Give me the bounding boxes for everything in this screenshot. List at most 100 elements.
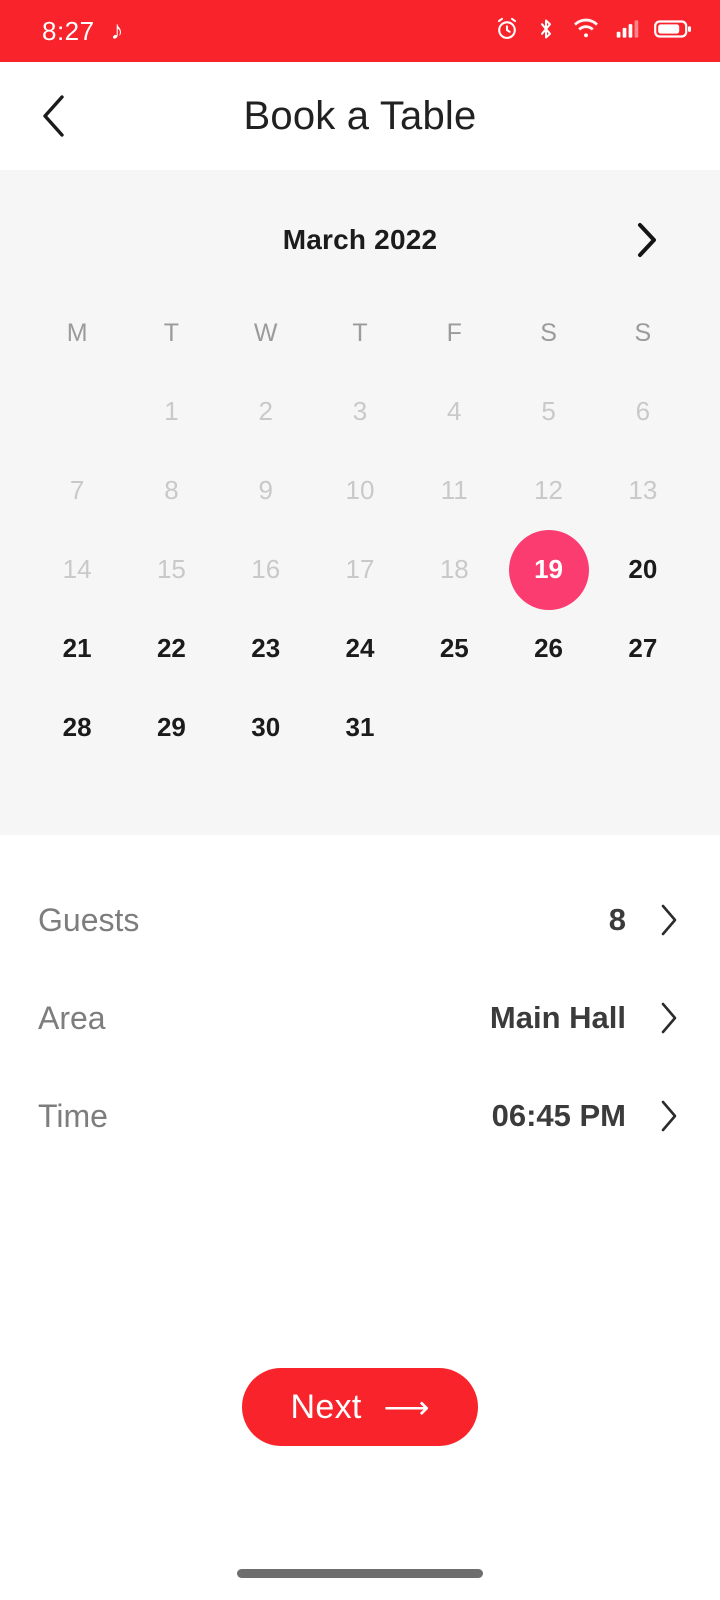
calendar-day-number: 12 (534, 475, 564, 505)
calendar-day-cell[interactable]: 4 (407, 372, 501, 451)
calendar-day-number: 10 (345, 475, 375, 505)
calendar-day-selected[interactable]: 19 (508, 529, 589, 610)
calendar-day-cell[interactable]: 24 (313, 609, 407, 688)
option-label: Area (38, 999, 106, 1036)
weekday-header: T (163, 318, 180, 347)
calendar-day-number: 1 (164, 396, 179, 426)
calendar-day-cell[interactable]: 6 (596, 372, 690, 451)
arrow-right-icon: ⟶ (383, 1389, 430, 1425)
calendar-month-label: March 2022 (282, 224, 438, 255)
calendar-day-cell[interactable]: 8 (124, 451, 218, 530)
status-bar-left: 8:27 ♪ (42, 16, 124, 47)
calendar-day-cell[interactable]: 5 (501, 372, 595, 451)
calendar-day-number (414, 688, 494, 768)
calendar-day-cell[interactable]: 23 (219, 609, 313, 688)
calendar-day-cell[interactable]: 15 (124, 530, 218, 609)
next-button-label: Next (290, 1387, 362, 1426)
calendar-day-cell[interactable]: 27 (596, 609, 690, 688)
calendar-day-cell[interactable]: 22 (124, 609, 218, 688)
calendar-panel: March 2022 M T W T F S S 1 2 3 4 5 6 7 8 9 10 11 12 13 14 15 1… (0, 170, 720, 835)
calendar-day-cell[interactable]: 12 (501, 451, 595, 530)
calendar-day-number[interactable]: 30 (226, 688, 306, 768)
calendar-day-cell[interactable]: 25 (407, 609, 501, 688)
calendar-day-number[interactable]: 22 (131, 609, 211, 689)
calendar-day-number (603, 688, 683, 768)
calendar-day-number[interactable]: 24 (320, 609, 400, 689)
calendar-day-number: 3 (352, 396, 368, 426)
option-value: 06:45 PM (491, 1098, 626, 1133)
calendar-day-number (37, 372, 117, 452)
booking-options: Guests 8 Area Main Hall Time 06:45 PM (0, 835, 720, 1165)
chevron-right-icon[interactable] (652, 903, 686, 937)
option-value: Main Hall (489, 1000, 626, 1035)
status-bar-right (494, 16, 692, 47)
calendar-day-number: 9 (258, 475, 273, 505)
calendar-day-cell[interactable]: 10 (313, 451, 407, 530)
calendar-day-number: 13 (628, 475, 658, 505)
calendar-day-number[interactable]: 26 (509, 609, 589, 689)
calendar-day-cell[interactable]: 28 (30, 688, 124, 767)
calendar-day-number[interactable]: 27 (603, 609, 683, 689)
option-label: Guests (38, 901, 140, 938)
calendar-day-cell[interactable]: 21 (30, 609, 124, 688)
calendar-day-number: 15 (156, 554, 186, 584)
page-title: Book a Table (243, 93, 477, 138)
back-button[interactable] (26, 88, 82, 144)
weekday-header: W (253, 318, 278, 347)
calendar-day-cell[interactable]: 18 (407, 530, 501, 609)
chevron-right-icon[interactable] (652, 1099, 686, 1133)
option-label: Time (38, 1097, 108, 1134)
calendar-day-cell[interactable]: 2 (219, 372, 313, 451)
calendar-day-cell[interactable]: 11 (407, 451, 501, 530)
status-bar-clock: 8:27 (42, 15, 95, 46)
calendar-day-cell[interactable]: 17 (313, 530, 407, 609)
calendar-day-cell[interactable]: 26 (501, 609, 595, 688)
battery-icon (654, 17, 692, 46)
calendar-day-number: 2 (258, 396, 273, 426)
calendar-day-number[interactable]: 28 (37, 688, 117, 768)
calendar-day-number: 11 (440, 475, 468, 505)
calendar-day-number: 14 (62, 554, 92, 584)
calendar-day-number (509, 688, 589, 768)
alarm-icon (494, 16, 520, 47)
calendar-day-cell[interactable]: 13 (596, 451, 690, 530)
weekday-header: S (540, 318, 557, 347)
calendar-day-cell[interactable]: 1 (124, 372, 218, 451)
calendar-day-number: 7 (69, 475, 85, 505)
bluetooth-icon (534, 16, 558, 47)
calendar-day-number[interactable]: 29 (131, 688, 211, 768)
calendar-day-cell[interactable]: 19 (501, 529, 595, 610)
weekday-header: T (352, 318, 368, 347)
next-button[interactable]: Next ⟶ (242, 1368, 478, 1446)
chevron-right-icon[interactable] (652, 1001, 686, 1035)
calendar-day-number[interactable]: 21 (37, 609, 117, 689)
calendar-day-cell[interactable]: 20 (596, 530, 690, 609)
calendar-day-cell[interactable]: 16 (219, 530, 313, 609)
calendar-day-cell[interactable]: 30 (219, 688, 313, 767)
music-note-icon: ♪ (110, 15, 124, 45)
home-indicator[interactable] (237, 1568, 483, 1578)
calendar-day-cell[interactable]: 7 (30, 451, 124, 530)
status-bar: 8:27 ♪ (0, 0, 720, 62)
option-row-guests[interactable]: Guests 8 (0, 871, 720, 969)
option-row-area[interactable]: Area Main Hall (0, 969, 720, 1067)
calendar-day-number[interactable]: 31 (320, 688, 400, 768)
next-month-button[interactable] (624, 217, 670, 263)
calendar-day-number[interactable]: 20 (603, 530, 683, 610)
calendar-day-cell[interactable]: 14 (30, 530, 124, 609)
app-bar: Book a Table (0, 62, 720, 170)
weekday-header: F (446, 318, 462, 347)
home-indicator-area (0, 1546, 720, 1600)
calendar-day-cell[interactable]: 31 (313, 688, 407, 767)
calendar-day-cell[interactable]: 9 (219, 451, 313, 530)
calendar-day-number: 17 (345, 554, 375, 584)
calendar-day-number[interactable]: 23 (226, 609, 306, 689)
calendar-day-number: 4 (447, 396, 462, 426)
calendar-day-number: 6 (635, 396, 651, 426)
calendar-day-number[interactable]: 25 (414, 609, 494, 689)
calendar-day-cell[interactable]: 29 (124, 688, 218, 767)
option-row-time[interactable]: Time 06:45 PM (0, 1067, 720, 1165)
calendar-day-cell (30, 372, 124, 451)
calendar-day-cell[interactable]: 3 (313, 372, 407, 451)
calendar-day-number: 5 (541, 396, 556, 426)
